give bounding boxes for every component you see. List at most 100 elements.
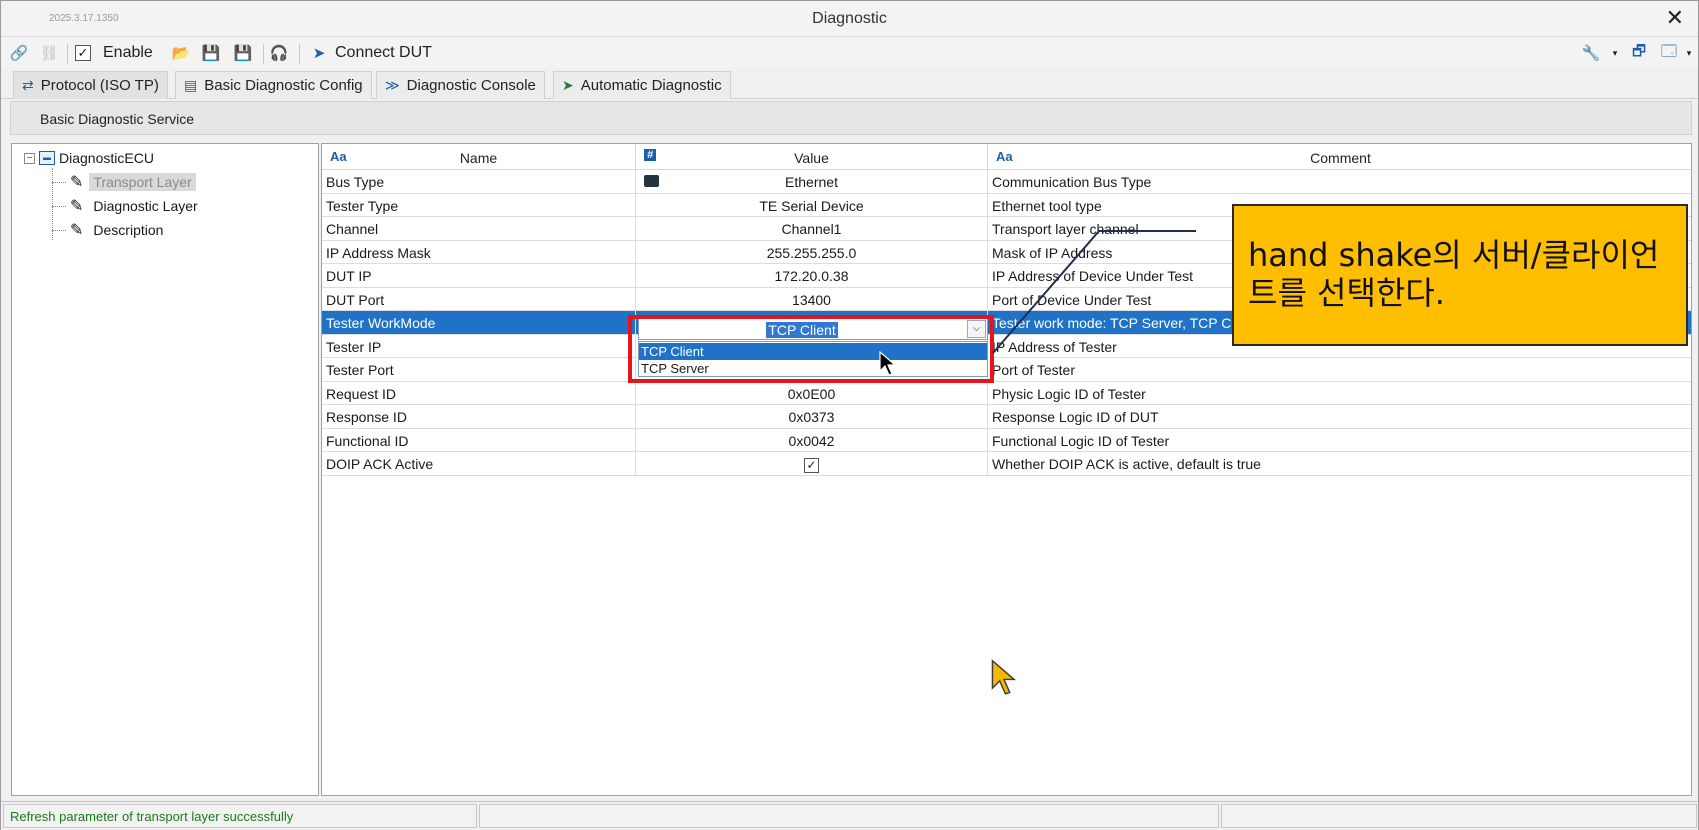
tab-basic-diagnostic-config[interactable]: ▤ Basic Diagnostic Config <box>175 71 372 99</box>
value-cell[interactable]: ✓ <box>636 452 988 475</box>
window-title: Diagnostic <box>812 10 887 27</box>
service-header: Basic Diagnostic Service <box>10 101 1692 135</box>
close-window-icon[interactable]: 🗗 <box>1629 43 1649 63</box>
save-icon[interactable]: 💾 <box>201 43 221 63</box>
toolbar-separator <box>299 44 300 64</box>
toolbar-separator <box>263 44 264 64</box>
name-cell: IP Address Mask <box>322 240 636 263</box>
workmode-dropdown-list: TCP Client TCP Server <box>638 341 988 377</box>
workmode-combobox[interactable]: TCP Client ⌵ <box>638 318 988 340</box>
column-header-name[interactable]: Aa Name <box>322 144 636 170</box>
tree-item-label: Transport Layer <box>89 173 196 191</box>
value-cell[interactable]: 13400 <box>636 287 988 310</box>
ecu-icon: ▬ <box>39 151 55 165</box>
status-bar: Refresh parameter of transport layer suc… <box>1 801 1698 830</box>
link-icon[interactable]: 🔗 <box>9 43 29 63</box>
name-cell: Tester IP <box>322 334 636 357</box>
column-header-value[interactable]: # Value <box>636 144 988 170</box>
diagnostic-window: 2025.3.17.1350 Diagnostic ✕ 🔗 ⛓ ✓ Enable… <box>0 0 1699 830</box>
name-cell: Channel <box>322 217 636 240</box>
tab-protocol[interactable]: ⇄ Protocol (ISO TP) <box>13 71 168 99</box>
open-folder-icon[interactable]: 📂 <box>171 43 191 63</box>
value-cell[interactable]: TE Serial Device <box>636 193 988 216</box>
value-cell[interactable]: 172.20.0.38 <box>636 264 988 287</box>
tab-label: Automatic Diagnostic <box>580 77 722 94</box>
enable-label: Enable <box>103 44 153 61</box>
name-cell: Bus Type <box>322 170 636 193</box>
chevron-down-icon[interactable]: ▾ <box>1679 43 1699 63</box>
comment-cell: Physic Logic ID of Tester <box>992 385 1146 402</box>
status-message: Refresh parameter of transport layer suc… <box>10 809 294 824</box>
headset-icon[interactable]: 🎧 <box>269 43 289 63</box>
name-cell: DUT Port <box>322 287 636 310</box>
tree-connector <box>52 181 66 183</box>
tree-item-diagnostic-layer[interactable]: ✎ Diagnostic Layer <box>52 196 202 216</box>
tree-item-description[interactable]: ✎ Description <box>52 220 167 240</box>
toolbar-separator <box>67 44 68 64</box>
ecu-tree: − ▬ DiagnosticECU ✎ Transport Layer ✎ Di… <box>11 143 319 796</box>
dropdown-option-tcp-server[interactable]: TCP Server <box>639 360 987 377</box>
tab-label: Basic Diagnostic Config <box>204 77 363 94</box>
close-button[interactable]: ✕ <box>1666 5 1684 31</box>
collapse-icon[interactable]: − <box>24 152 35 164</box>
column-header-label: Comment <box>1310 150 1371 166</box>
value-cell[interactable]: Ethernet <box>636 170 988 193</box>
layout-icon[interactable]: 🗔 <box>1659 43 1679 63</box>
table-row[interactable]: Response ID 0x0373 Response Logic ID of … <box>322 405 1691 429</box>
tree-root-node[interactable]: − ▬ DiagnosticECU <box>24 150 154 166</box>
tree-item-label: Description <box>93 222 164 238</box>
table-row[interactable]: Functional ID 0x0042 Functional Logic ID… <box>322 428 1691 452</box>
tab-automatic-diagnostic[interactable]: ➤ Automatic Diagnostic <box>553 71 731 99</box>
comment-cell: Communication Bus Type <box>992 174 1152 190</box>
tab-diagnostic-console[interactable]: ≫ Diagnostic Console <box>376 71 545 99</box>
name-cell: Functional ID <box>322 428 636 451</box>
value-cell[interactable]: 255.255.255.0 <box>636 240 988 263</box>
dropdown-option-tcp-client[interactable]: TCP Client <box>639 343 987 360</box>
chevron-down-icon[interactable]: ▾ <box>1605 43 1625 63</box>
combobox-value: TCP Client <box>639 322 965 338</box>
callout-text: hand shake의 서버/클라이언트를 선택한다. <box>1248 236 1660 312</box>
value-cell[interactable]: Channel1 <box>636 217 988 240</box>
tree-item-transport-layer[interactable]: ✎ Transport Layer <box>52 172 196 192</box>
name-cell: Tester Port <box>322 358 636 381</box>
tree-connector <box>52 229 66 231</box>
grid-header: Aa Name # Value Aa Comment <box>322 144 1691 170</box>
status-segment <box>1221 804 1697 828</box>
value-cell[interactable]: 0x0373 <box>636 405 988 428</box>
annotation-callout: hand shake의 서버/클라이언트를 선택한다. <box>1232 204 1688 346</box>
name-cell: DOIP ACK Active <box>322 452 636 475</box>
service-header-label: Basic Diagnostic Service <box>40 111 195 127</box>
pencil-icon: ✎ <box>70 174 84 191</box>
connect-dut-button[interactable]: Connect DUT <box>335 44 432 62</box>
combobox-selected-text: TCP Client <box>766 322 838 338</box>
tree-item-label: Diagnostic Layer <box>93 198 198 214</box>
enable-checkbox[interactable]: ✓ <box>75 45 91 61</box>
wrench-icon[interactable]: 🔧 <box>1581 43 1601 63</box>
value-text: Ethernet <box>785 174 838 190</box>
status-segment: Refresh parameter of transport layer suc… <box>3 804 477 828</box>
column-header-label: Name <box>459 150 498 166</box>
pencil-icon: ✎ <box>70 198 84 215</box>
table-row[interactable]: DOIP ACK Active ✓ Whether DOIP ACK is ac… <box>322 452 1691 476</box>
chevron-down-icon[interactable]: ⌵ <box>967 320 986 338</box>
status-segment <box>479 804 1219 828</box>
tree-connector <box>52 205 66 207</box>
table-row[interactable]: Tester Port Port of Tester <box>322 358 1691 382</box>
table-row[interactable]: Request ID 0x0E00 Physic Logic ID of Tes… <box>322 381 1691 405</box>
tab-bar: ⇄ Protocol (ISO TP) ▤ Basic Diagnostic C… <box>1 69 1698 99</box>
name-cell: Response ID <box>322 405 636 428</box>
comment-cell: Port of Tester <box>992 362 1076 378</box>
tab-label: Diagnostic Console <box>406 77 536 94</box>
console-icon: ≫ <box>385 77 400 93</box>
cursor-icon[interactable]: ➤ <box>309 43 329 63</box>
unlink-icon[interactable]: ⛓ <box>39 43 59 63</box>
comment-cell: Functional Logic ID of Tester <box>992 432 1170 449</box>
pencil-icon: ✎ <box>70 222 84 239</box>
column-header-comment[interactable]: Aa Comment <box>988 144 1693 170</box>
name-cell: DUT IP <box>322 264 636 287</box>
table-row[interactable]: Bus Type Ethernet Communication Bus Type <box>322 170 1691 194</box>
value-cell[interactable]: 0x0E00 <box>636 381 988 404</box>
save-as-icon[interactable]: 💾 <box>233 43 253 63</box>
value-cell[interactable]: 0x0042 <box>636 428 988 451</box>
doip-ack-checkbox[interactable]: ✓ <box>804 458 819 473</box>
